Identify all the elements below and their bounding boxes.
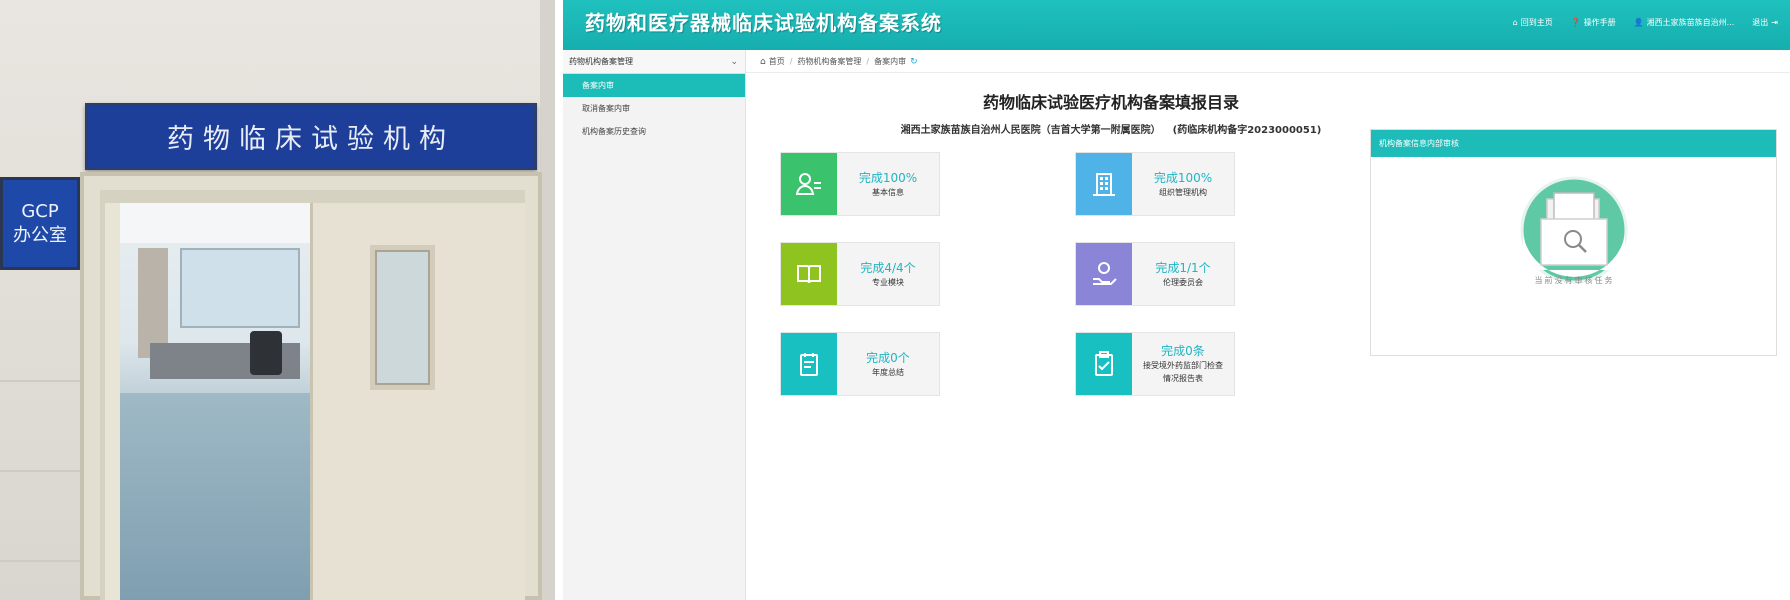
card-label: 组织管理机构 <box>1159 187 1207 197</box>
card-status: 完成1/1个 <box>1155 260 1211 275</box>
card-status: 完成100% <box>1153 170 1213 185</box>
card-text: 完成1/1个 伦理委员会 <box>1132 243 1234 305</box>
card-label: 伦理委员会 <box>1163 277 1203 287</box>
card-basic-info[interactable]: 完成100% 基本信息 <box>780 152 940 216</box>
nav-logout-label: 退出 <box>1752 18 1769 27</box>
card-label: 专业模块 <box>872 277 904 287</box>
hospital-name: 湘西土家族苗族自治州人民医院（吉首大学第一附属医院） <box>900 125 1161 136</box>
nav-home-label: 回到主页 <box>1520 18 1553 27</box>
office-floor <box>120 393 310 600</box>
door-window <box>370 245 435 390</box>
sidebar-group-label: 药物机构备案管理 <box>569 57 633 66</box>
breadcrumb-home[interactable]: 首页 <box>769 56 785 67</box>
refresh-icon[interactable]: ↻ <box>910 57 918 67</box>
sidebar-group-filing[interactable]: 药物机构备案管理 ⌄ <box>563 50 745 74</box>
clipboard-icon <box>1076 333 1132 395</box>
office-window <box>180 248 300 328</box>
card-text: 完成4/4个 专业模块 <box>837 243 939 305</box>
breadcrumb-current: 备案内审 <box>874 57 907 66</box>
office-ceiling <box>120 203 310 243</box>
card-text: 完成0个 年度总结 <box>837 333 939 395</box>
card-text: 完成100% 组织管理机构 <box>1132 153 1234 215</box>
review-panel-title: 机构备案信息内部审核 <box>1371 130 1776 157</box>
hospital-info: 湘西土家族苗族自治州人民医院（吉首大学第一附属医院） (药临床机构备字202300… <box>851 121 1371 136</box>
sidebar-item-label: 取消备案内审 <box>582 104 630 113</box>
wall-tile-line <box>0 470 85 472</box>
sidebar: 药物机构备案管理 ⌄ 备案内审 取消备案内审 机构备案历史查询 <box>563 50 746 600</box>
card-label: 接受境外药监部门检查情况报告表 <box>1143 361 1223 383</box>
card-status: 完成0个 <box>866 350 910 365</box>
sidebar-item-history[interactable]: 机构备案历史查询 <box>563 120 745 143</box>
person-hand-icon <box>1076 243 1132 305</box>
composite-image: 药物临床试验机构 GCP 办公室 药物和医疗器械临床试验机构备案系统 ⌂ 回到主… <box>0 0 1790 600</box>
home-icon: ⌂ <box>1512 18 1518 27</box>
gcp-sign-line1: GCP <box>21 200 59 222</box>
nav-logout-link[interactable]: 退出 ⇥ <box>1752 17 1778 28</box>
office-chair <box>250 331 282 375</box>
empty-folder-search-icon <box>1519 175 1629 289</box>
notepad-icon <box>781 333 837 395</box>
office-curtain <box>138 248 168 358</box>
breadcrumb: ⌂ 首页 / 药物机构备案管理 / 备案内审 ↻ <box>760 56 918 67</box>
card-ethics-committee[interactable]: 完成1/1个 伦理委员会 <box>1075 242 1235 306</box>
breadcrumb-separator: / <box>866 57 870 66</box>
home-icon: ⌂ <box>760 56 766 67</box>
app-header: 药物和医疗器械临床试验机构备案系统 ⌂ 回到主页 ❓ 操作手册 👤 湘西土家族苗… <box>563 0 1790 50</box>
gcp-sign-line2: 办公室 <box>13 224 67 246</box>
office-door-photo: 药物临床试验机构 GCP 办公室 <box>0 0 555 600</box>
user-icon: 👤 <box>1633 18 1644 27</box>
sidebar-item-label: 机构备案历史查询 <box>582 127 646 136</box>
office-interior <box>120 203 310 600</box>
help-icon: ❓ <box>1570 18 1581 27</box>
nav-user-link[interactable]: 👤 湘西土家族苗族自治州... <box>1634 17 1735 28</box>
nav-manual-label: 操作手册 <box>1583 18 1616 27</box>
top-nav: ⌂ 回到主页 ❓ 操作手册 👤 湘西土家族苗族自治州... 退出 ⇥ <box>1513 17 1778 28</box>
door-left-panel <box>105 203 120 600</box>
gcp-office-sign: GCP 办公室 <box>0 177 80 270</box>
nav-manual-link[interactable]: ❓ 操作手册 <box>1571 17 1616 28</box>
page-title: 药物临床试验医疗机构备案填报目录 <box>982 93 1239 112</box>
book-icon <box>781 243 837 305</box>
nav-user-label: 湘西土家族苗族自治州... <box>1646 18 1735 27</box>
card-status: 完成0条 <box>1161 344 1205 358</box>
card-annual-summary[interactable]: 完成0个 年度总结 <box>780 332 940 396</box>
wall-tile-line <box>0 380 85 382</box>
sidebar-item-internal-review[interactable]: 备案内审 <box>563 74 745 97</box>
review-empty-message: 当前没有审核任务 <box>1534 276 1615 285</box>
institution-sign-text: 药物临床试验机构 <box>167 124 455 155</box>
card-status: 完成100% <box>858 170 918 185</box>
filing-system-screen: 药物和医疗器械临床试验机构备案系统 ⌂ 回到主页 ❓ 操作手册 👤 湘西土家族苗… <box>563 0 1790 600</box>
chevron-down-icon: ⌄ <box>730 56 738 67</box>
card-overseas-inspection[interactable]: 完成0条 接受境外药监部门检查情况报告表 <box>1075 332 1235 396</box>
logout-icon: ⇥ <box>1771 18 1778 27</box>
card-label: 基本信息 <box>872 187 904 197</box>
card-organization[interactable]: 完成100% 组织管理机构 <box>1075 152 1235 216</box>
internal-review-panel: 机构备案信息内部审核 当前没有审核任务 <box>1370 129 1777 356</box>
card-status: 完成4/4个 <box>860 260 916 275</box>
institution-sign: 药物临床试验机构 <box>85 103 537 170</box>
building-icon <box>1076 153 1132 215</box>
breadcrumb-divider <box>746 72 1790 73</box>
card-text: 完成100% 基本信息 <box>837 153 939 215</box>
breadcrumb-filing-mgmt[interactable]: 药物机构备案管理 <box>797 56 861 67</box>
breadcrumb-separator: / <box>789 57 793 66</box>
card-label: 年度总结 <box>872 367 904 377</box>
registration-number: (药临床机构备字2023000051) <box>1172 125 1322 136</box>
card-specialty[interactable]: 完成4/4个 专业模块 <box>780 242 940 306</box>
card-text: 完成0条 接受境外药监部门检查情况报告表 <box>1132 333 1234 395</box>
system-title: 药物和医疗器械临床试验机构备案系统 <box>585 11 942 35</box>
sidebar-item-cancel-review[interactable]: 取消备案内审 <box>563 97 745 120</box>
user-card-icon <box>781 153 837 215</box>
sidebar-item-label: 备案内审 <box>582 81 614 90</box>
wall-tile-line <box>0 560 85 562</box>
wall-edge <box>540 0 555 600</box>
nav-home-link[interactable]: ⌂ 回到主页 <box>1513 17 1553 28</box>
